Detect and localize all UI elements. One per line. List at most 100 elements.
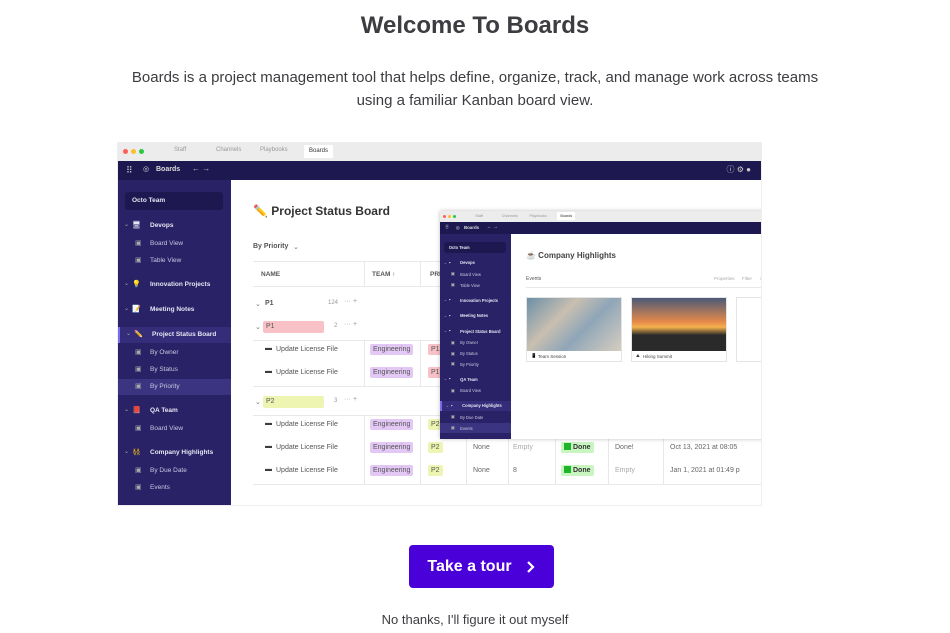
board-icon: 📕 xyxy=(132,407,141,414)
sidebar-item[interactable]: ▣ By Priority xyxy=(118,379,231,395)
sidebar-item[interactable]: ▣ Board View xyxy=(118,421,231,437)
sidebar-item[interactable]: ⌄ ✏️ Project Status Board xyxy=(118,327,231,343)
chevron-icon: ⌄ xyxy=(124,281,130,287)
card-icon: ▬ xyxy=(265,443,272,450)
add-card-button[interactable]: + New xyxy=(736,297,761,362)
group-count: 124 xyxy=(328,300,339,306)
chevron-icon: ⌄ xyxy=(443,377,447,382)
sidebar-item[interactable]: ⌄ ▪ Project Status Board xyxy=(440,327,511,337)
group-label: P1 xyxy=(263,321,324,333)
app-header xyxy=(118,161,761,180)
take-a-tour-button[interactable]: Take a tour xyxy=(409,545,554,588)
sidebar-item[interactable]: ▣ Table View xyxy=(118,253,231,269)
nav-arrows-icon: ← → xyxy=(486,223,499,230)
sidebar-item[interactable]: ▣ Board View xyxy=(440,269,511,279)
sidebar-item[interactable]: ▣ By Due Date xyxy=(118,463,231,479)
skip-tour-link[interactable]: No thanks, I'll figure it out myself xyxy=(0,612,950,627)
view-icon: ▣ xyxy=(450,424,455,430)
group-label: P2 xyxy=(263,396,324,408)
board-icon: 👯 xyxy=(132,449,141,456)
sidebar-item[interactable]: ▣ Table View xyxy=(440,280,511,290)
sidebar-item[interactable]: ▣ Events xyxy=(440,423,511,434)
card[interactable]: ⛰ Hiking Summit xyxy=(631,297,727,362)
sidebar-item-label: By Due Date xyxy=(460,414,484,420)
card[interactable]: 📱 Team Session xyxy=(526,297,622,362)
row-name: Update License File xyxy=(276,444,338,451)
sidebar-item-label: Board View xyxy=(460,388,481,394)
card-icon: 📱 xyxy=(531,353,537,358)
sidebar-item[interactable]: ▣ By Owner xyxy=(118,345,231,361)
browser-tab: Channels xyxy=(501,213,518,218)
divider xyxy=(608,438,609,461)
sidebar-item[interactable]: ▣ By Due Date xyxy=(440,412,511,422)
status-badge: Done xyxy=(561,465,594,476)
sidebar-item-label: Meeting Notes xyxy=(150,306,195,313)
divider xyxy=(466,438,467,461)
take-a-tour-label: Take a tour xyxy=(427,557,512,575)
sidebar-item[interactable]: ▣ Board View xyxy=(440,386,511,396)
column-header: TEAM ↑ xyxy=(372,271,396,278)
sidebar-item[interactable]: ⌄ ▪ Devops xyxy=(440,258,511,268)
view-icon: ▣ xyxy=(450,414,455,420)
sidebar-item-label: QA Team xyxy=(460,377,478,382)
card-icon: ⛰ xyxy=(636,353,640,358)
sidebar-item[interactable]: ⌄ ▪ Innovation Projects xyxy=(440,295,511,305)
chevron-icon: ⌄ xyxy=(255,324,261,331)
chevron-icon: ⌄ xyxy=(124,222,130,228)
divider xyxy=(420,363,421,386)
sidebar-item[interactable]: ⌄ 📝 Meeting Notes xyxy=(118,302,231,318)
sidebar-item[interactable]: ⌄ ▪ QA Team xyxy=(440,374,511,384)
sidebar-item-label: QA Team xyxy=(150,407,178,414)
cell: Done! xyxy=(615,444,634,451)
row-name: Update License File xyxy=(276,467,338,474)
sidebar-item-label: Project Status Board xyxy=(152,331,217,338)
divider xyxy=(526,287,761,288)
sidebar-item[interactable]: ⌄ 🖥 Devops xyxy=(118,218,231,234)
team-selector: Octo Team xyxy=(125,192,223,210)
group-actions: ··· + xyxy=(344,321,358,328)
browser-tab: Boards xyxy=(304,145,334,158)
divider xyxy=(364,461,365,484)
sidebar-item[interactable]: ▣ By Status xyxy=(118,362,231,378)
sidebar-item[interactable]: ⌄ 👯 Company Highlights xyxy=(118,445,231,461)
browser-tab: Playbooks xyxy=(529,213,547,218)
sidebar-item[interactable]: ⌄ 📕 QA Team xyxy=(118,403,231,419)
priority-badge: P2 xyxy=(428,465,443,476)
divider xyxy=(364,438,365,461)
sidebar-item[interactable]: ⌄ ▪ Meeting Notes xyxy=(440,311,511,321)
sidebar-item[interactable]: ▣ By Priority xyxy=(440,359,511,369)
date-cell: Oct 13, 2021 at 08:05 xyxy=(670,444,738,451)
divider xyxy=(364,261,365,286)
sidebar-item-label: Meeting Notes xyxy=(460,313,489,319)
sidebar-item[interactable]: ⌄ ▪ Company Highlights xyxy=(440,400,511,412)
chevron-icon: ⌄ xyxy=(124,449,130,455)
sidebar-item-label: By Owner xyxy=(460,340,479,346)
divider xyxy=(253,484,761,485)
sidebar-item[interactable]: ▣ Board View xyxy=(118,236,231,252)
board-icon: ▪ xyxy=(448,259,451,265)
team-badge: Engineering xyxy=(370,419,414,430)
sidebar-item-label: By Priority xyxy=(460,361,479,367)
board-icon: 💡 xyxy=(132,281,141,288)
sidebar: Octo Team ⌄ ▪ Devops ▣ Board View ▣ Table View ⌄… xyxy=(440,234,511,439)
view-icon: ▣ xyxy=(450,387,455,393)
sidebar-item[interactable]: ▣ By Status xyxy=(440,349,511,359)
divider xyxy=(364,363,365,386)
board-icon: ▪ xyxy=(448,296,451,302)
divider xyxy=(420,415,421,438)
sidebar-item-label: Board View xyxy=(150,425,184,432)
boards-logo-icon: ◎ xyxy=(455,224,460,230)
sidebar-item[interactable]: ▣ By Owner xyxy=(440,338,511,348)
chevron-icon: ⌄ xyxy=(126,331,132,337)
team-badge: Engineering xyxy=(370,465,414,476)
board-icon: ▪ xyxy=(448,312,451,318)
view-icon: ▣ xyxy=(450,361,455,367)
card-title: Team Session xyxy=(538,354,567,359)
sidebar-item[interactable]: ▣ Events xyxy=(118,480,231,496)
toolbar-item: Filter xyxy=(742,276,752,281)
workspace-label: Staff xyxy=(475,213,483,218)
sidebar-item[interactable]: ⌄ 💡 Innovation Projects xyxy=(118,277,231,293)
sidebar-item-label: Innovation Projects xyxy=(150,281,211,288)
divider xyxy=(364,340,365,363)
divider xyxy=(555,438,556,461)
